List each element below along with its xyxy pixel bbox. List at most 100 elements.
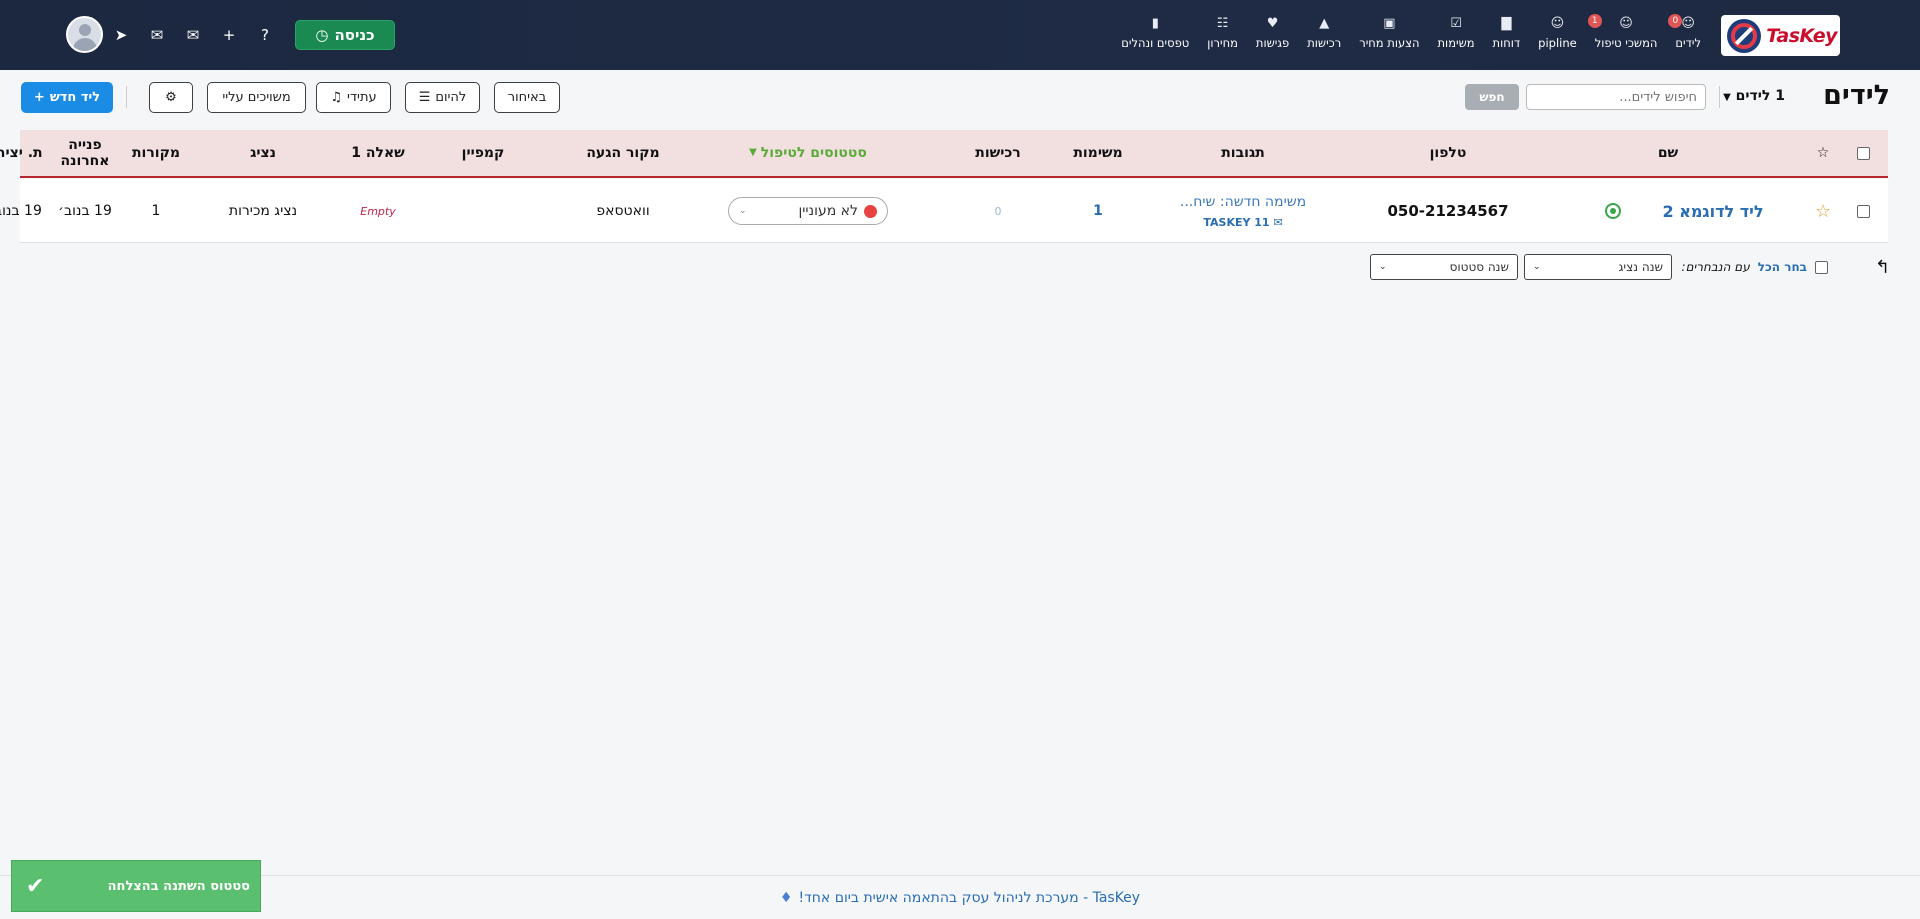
with-selected-label: עם הנבחרים: <box>1681 260 1750 274</box>
nav-label: משימות <box>1437 36 1475 50</box>
search-button[interactable]: חפש <box>1465 84 1519 110</box>
footer-text[interactable]: TasKey - מערכת לניהול עסק בהתאמה אישית ב… <box>798 890 1140 906</box>
late-filter-button[interactable]: באיחור <box>494 82 560 113</box>
col-question1[interactable]: שאלה 1 <box>328 130 428 176</box>
assigned-to-me-button[interactable]: משויכים עליי <box>207 82 306 113</box>
nav-item-leads[interactable]: 0 ☺ לידים <box>1666 14 1710 50</box>
nav-item-tasks[interactable]: ☑ משימות <box>1429 14 1484 50</box>
lead-count-dropdown[interactable]: 1 לידים ▼ <box>1723 88 1785 104</box>
future-filter-button[interactable]: עתידי ♫ <box>316 82 391 113</box>
row-checkbox[interactable] <box>1856 204 1870 218</box>
bulk-select-all[interactable]: בחר הכל עם הנבחרים: <box>1682 254 1828 280</box>
bulk-arrow-icon: ↰ <box>1874 256 1890 278</box>
brand-logo[interactable]: TasKey <box>1721 15 1840 56</box>
select-all-checkbox[interactable] <box>1856 146 1870 160</box>
col-name[interactable]: שם <box>1578 130 1758 176</box>
whatsapp-cell[interactable] <box>1598 179 1628 243</box>
star-outline-icon: ☆ <box>1816 145 1830 161</box>
favorite-star-cell[interactable]: ☆ <box>1808 179 1838 243</box>
reaction-text[interactable]: משימה חדשה: שיח... <box>1180 194 1306 210</box>
col-purchases[interactable]: רכישות <box>948 130 1048 176</box>
checkin-button[interactable]: כניסה ◷ <box>295 19 395 50</box>
barcode-icon: ☷ <box>1216 16 1229 31</box>
main-nav: 0 ☺ לידים 1 ☺ המשכי טיפול ☺ pipline ▇ דו… <box>1112 14 1710 50</box>
nav-label: pipline <box>1538 36 1577 50</box>
change-rep-select[interactable]: שנה נציג ⌄ <box>1524 254 1672 280</box>
nav-label: המשכי טיפול <box>1594 36 1658 50</box>
late-label: באיחור <box>507 90 547 105</box>
status-cell[interactable]: לא מעוניין ⌄ <box>708 179 908 243</box>
avatar[interactable] <box>66 16 103 53</box>
status-select[interactable]: לא מעוניין ⌄ <box>728 197 888 225</box>
tasks-count[interactable]: 1 <box>1093 203 1103 219</box>
bell-icon[interactable]: ✉ <box>175 26 211 44</box>
col-reactions[interactable]: תגובות <box>1168 130 1318 176</box>
col-campaign[interactable]: קמפיין <box>428 130 538 176</box>
reactions-cell[interactable]: משימה חדשה: שיח... TASKEY 11 ✉ <box>1168 179 1318 243</box>
select-all-checkbox-cell[interactable] <box>1848 130 1878 176</box>
select-all-label[interactable]: בחר הכל <box>1758 260 1807 274</box>
nav-item-forms[interactable]: ▮ טפסים ונהלים <box>1112 14 1198 50</box>
search-input[interactable] <box>1526 84 1706 110</box>
col-last-contact[interactable]: פנייה אחרונה <box>50 130 120 176</box>
future-label: עתידי <box>347 90 377 105</box>
chat-icon[interactable]: ✉ <box>139 26 175 44</box>
col-phone[interactable]: טלפון <box>1358 130 1538 176</box>
toast-message: סטטוס השתנה בהצלחה <box>107 878 250 894</box>
purchases-count[interactable]: 0 <box>995 205 1002 218</box>
nav-item-pricelist[interactable]: ☷ מחירון <box>1198 14 1247 50</box>
table-header: ☆ שם טלפון תגובות משימות רכישות סטטוסים … <box>0 130 1888 178</box>
change-status-select[interactable]: שנה סטטוס ⌄ <box>1370 254 1518 280</box>
nav-item-reports[interactable]: ▇ דוחות <box>1484 14 1530 50</box>
whatsapp-icon[interactable] <box>1605 203 1621 219</box>
document-icon: ▣ <box>1383 16 1396 31</box>
success-toast: סטטוס השתנה בהצלחה ✔ <box>11 860 261 912</box>
chevron-down-icon: ⌄ <box>1533 262 1541 272</box>
nav-item-purchases[interactable]: ▲ רכישות <box>1298 14 1350 50</box>
tasks-cell[interactable]: 1 <box>1048 179 1148 243</box>
lead-name-cell[interactable]: ליד לדוגמא 2 <box>1653 179 1773 243</box>
table-row: ☆ ליד לדוגמא 2 050-21234567 משימה חדשה: … <box>0 179 1888 243</box>
reaction-meta-text: TASKEY 11 <box>1203 215 1270 229</box>
status-label: לא מעוניין <box>798 203 858 219</box>
nav-label: טפסים ונהלים <box>1121 36 1190 50</box>
filter-icon: ▼ <box>749 147 757 158</box>
bulk-select-all-checkbox[interactable] <box>1815 260 1828 274</box>
lead-name-link[interactable]: ליד לדוגמא 2 <box>1662 202 1763 221</box>
bar-chart-icon: ▇ <box>1501 16 1512 31</box>
col-tasks[interactable]: משימות <box>1048 130 1148 176</box>
book-icon: ▮ <box>1151 16 1159 31</box>
nav-item-followups[interactable]: 1 ☺ המשכי טיפול <box>1586 14 1667 50</box>
nav-item-pipeline[interactable]: ☺ pipline <box>1529 14 1586 50</box>
col-origins[interactable]: מקורות <box>121 130 191 176</box>
settings-button[interactable]: ⚙ <box>149 82 193 113</box>
assigned-label: משויכים עליי <box>222 90 291 105</box>
help-icon[interactable]: ? <box>247 26 283 44</box>
col-rep[interactable]: נציג <box>198 130 328 176</box>
comment-icon: ✉ <box>1273 215 1283 229</box>
clock-icon: ◷ <box>315 25 329 44</box>
origins-value: 1 <box>151 203 161 219</box>
question1-cell: Empty <box>328 179 428 243</box>
col-created[interactable]: ת. יצירה <box>0 130 50 176</box>
nav-item-quotes[interactable]: ▣ הצעות מחיר <box>1350 14 1428 50</box>
purchases-cell[interactable]: 0 <box>948 179 1048 243</box>
last-contact-cell: 19 בנוב׳ <box>50 179 120 243</box>
factory-icon: ▲ <box>1319 16 1330 31</box>
today-filter-button[interactable]: להיום ☰ <box>405 82 480 113</box>
nav-item-meetings[interactable]: ♥ פגישות <box>1247 14 1298 50</box>
source-value: וואטסאפ <box>596 203 650 219</box>
status-dot-icon <box>864 204 877 218</box>
diamond-icon: ♦ <box>779 889 793 906</box>
rep-cell: נציג מכירות <box>198 179 328 243</box>
star-icon[interactable]: ☆ <box>1815 201 1831 222</box>
row-checkbox-cell[interactable] <box>1848 179 1878 243</box>
nav-label: דוחות <box>1492 36 1521 50</box>
plus-icon[interactable]: + <box>211 26 247 44</box>
new-lead-button[interactable]: ליד חדש + <box>21 82 113 113</box>
phone-value: 050-21234567 <box>1387 202 1509 220</box>
col-status[interactable]: סטטוסים לטיפול ▼ <box>708 130 908 176</box>
login-icon[interactable]: ➤ <box>103 26 139 44</box>
today-label: להיום <box>435 90 467 105</box>
col-source[interactable]: מקור הגעה <box>558 130 688 176</box>
